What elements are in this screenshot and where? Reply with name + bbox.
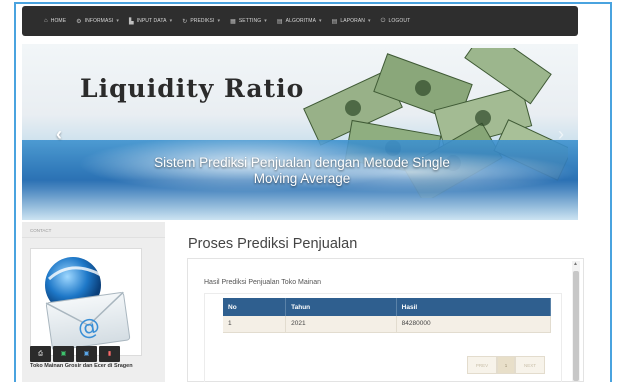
word-button[interactable]: ▣	[76, 346, 97, 362]
nav-item-label: INFORMASI	[84, 18, 114, 24]
chevron-down-icon: ▾	[116, 18, 119, 24]
nav-item-home[interactable]: ⌂ HOME	[44, 18, 66, 24]
column-header[interactable]: Hasil	[396, 298, 552, 316]
home-icon: ⌂	[44, 18, 48, 24]
report-icon: ▤	[331, 18, 338, 25]
word-icon: ▣	[83, 351, 90, 357]
result-table: No Tahun Hasil 1 2021 84280000	[223, 298, 552, 333]
page-title: Proses Prediksi Penjualan	[188, 236, 358, 252]
scroll-up-icon[interactable]: ▲	[573, 261, 578, 267]
pdf-button[interactable]: ▮	[99, 346, 120, 362]
sidebar-heading: CONTACT	[22, 222, 165, 238]
nav-item-label: INPUT DATA	[136, 18, 167, 24]
list-icon: ▤	[276, 18, 283, 25]
chevron-down-icon: ▾	[368, 18, 371, 24]
grid-icon: ▦	[230, 18, 236, 25]
table-cell: 1	[223, 316, 287, 333]
nav-item-label: LAPORAN	[340, 18, 366, 24]
nav-item-label: SETTING	[238, 18, 262, 24]
sidebar-description: Toko Mainan Grosir dan Ecer di Sragen	[30, 363, 133, 369]
chevron-down-icon: ▾	[217, 18, 221, 24]
print-button[interactable]: ⎙	[30, 346, 51, 362]
email-icon: @	[45, 257, 131, 351]
nav-item-setting[interactable]: ▦ SETTING ▾	[230, 18, 267, 25]
export-toolbar: ⎙ ▣ ▣ ▮	[30, 346, 120, 362]
chevron-down-icon: ▾	[319, 18, 322, 24]
nav-item-algoritma[interactable]: ▤ ALGORITMA ▾	[277, 18, 322, 25]
nav-item-input-data[interactable]: ▙ INPUT DATA ▾	[129, 18, 172, 25]
carousel-next-button[interactable]: ›	[558, 124, 564, 145]
table-row: 1 2021 84280000	[223, 316, 552, 333]
nav-item-label: LOGOUT	[388, 18, 411, 24]
pdf-icon: ▮	[107, 351, 112, 357]
pagination-next[interactable]: NEXT	[515, 356, 545, 374]
column-header[interactable]: No	[223, 298, 287, 316]
main-navbar: ⌂ HOME ⚙ INFORMASI ▾ ▙ INPUT DATA ▾ ↻ PREDIKSI ▾ ▦ S…	[22, 6, 578, 36]
nav-item-laporan[interactable]: ▤ LAPORAN ▾	[332, 18, 371, 25]
contact-image: @	[30, 248, 142, 356]
hero-carousel: Liquidity Ratio Sistem Prediksi Penjuala…	[22, 44, 578, 220]
gear-icon: ⚙	[76, 18, 82, 25]
pagination: PREV 1 NEXT	[467, 356, 545, 374]
nav-item-logout[interactable]: ⏻ LOGOUT	[381, 18, 411, 25]
nav-item-label: PREDIKSI	[190, 18, 215, 24]
nav-item-label: HOME	[50, 18, 67, 24]
hero-title: Liquidity Ratio	[80, 74, 305, 103]
nav-item-label: ALGORITMA	[285, 18, 317, 24]
excel-button[interactable]: ▣	[53, 346, 74, 362]
pagination-current[interactable]: 1	[497, 356, 515, 374]
table-cell: 2021	[285, 316, 397, 333]
refresh-icon: ↻	[182, 18, 188, 25]
carousel-caption: Sistem Prediksi Penjualan dengan Metode …	[154, 155, 450, 186]
file-icon: ▙	[128, 18, 134, 25]
power-icon: ⏻	[380, 17, 386, 24]
print-icon: ⎙	[38, 351, 43, 357]
pagination-prev[interactable]: PREV	[467, 356, 497, 374]
chevron-down-icon: ▾	[264, 18, 267, 24]
chevron-down-icon: ▾	[169, 18, 173, 24]
nav-item-informasi[interactable]: ⚙ INFORMASI ▾	[76, 18, 119, 25]
carousel-prev-button[interactable]: ‹	[56, 124, 62, 145]
scroll-thumb[interactable]	[573, 271, 579, 381]
nav-item-prediksi[interactable]: ↻ PREDIKSI ▾	[182, 18, 220, 25]
excel-icon: ▣	[60, 351, 67, 357]
svg-text:@: @	[76, 314, 101, 342]
panel-scrollbar[interactable]: ▲	[572, 261, 580, 381]
panel-title: Hasil Prediksi Penjualan Toko Mainan	[204, 279, 321, 286]
column-header[interactable]: Tahun	[285, 298, 397, 316]
table-cell: 84280000	[396, 316, 552, 333]
